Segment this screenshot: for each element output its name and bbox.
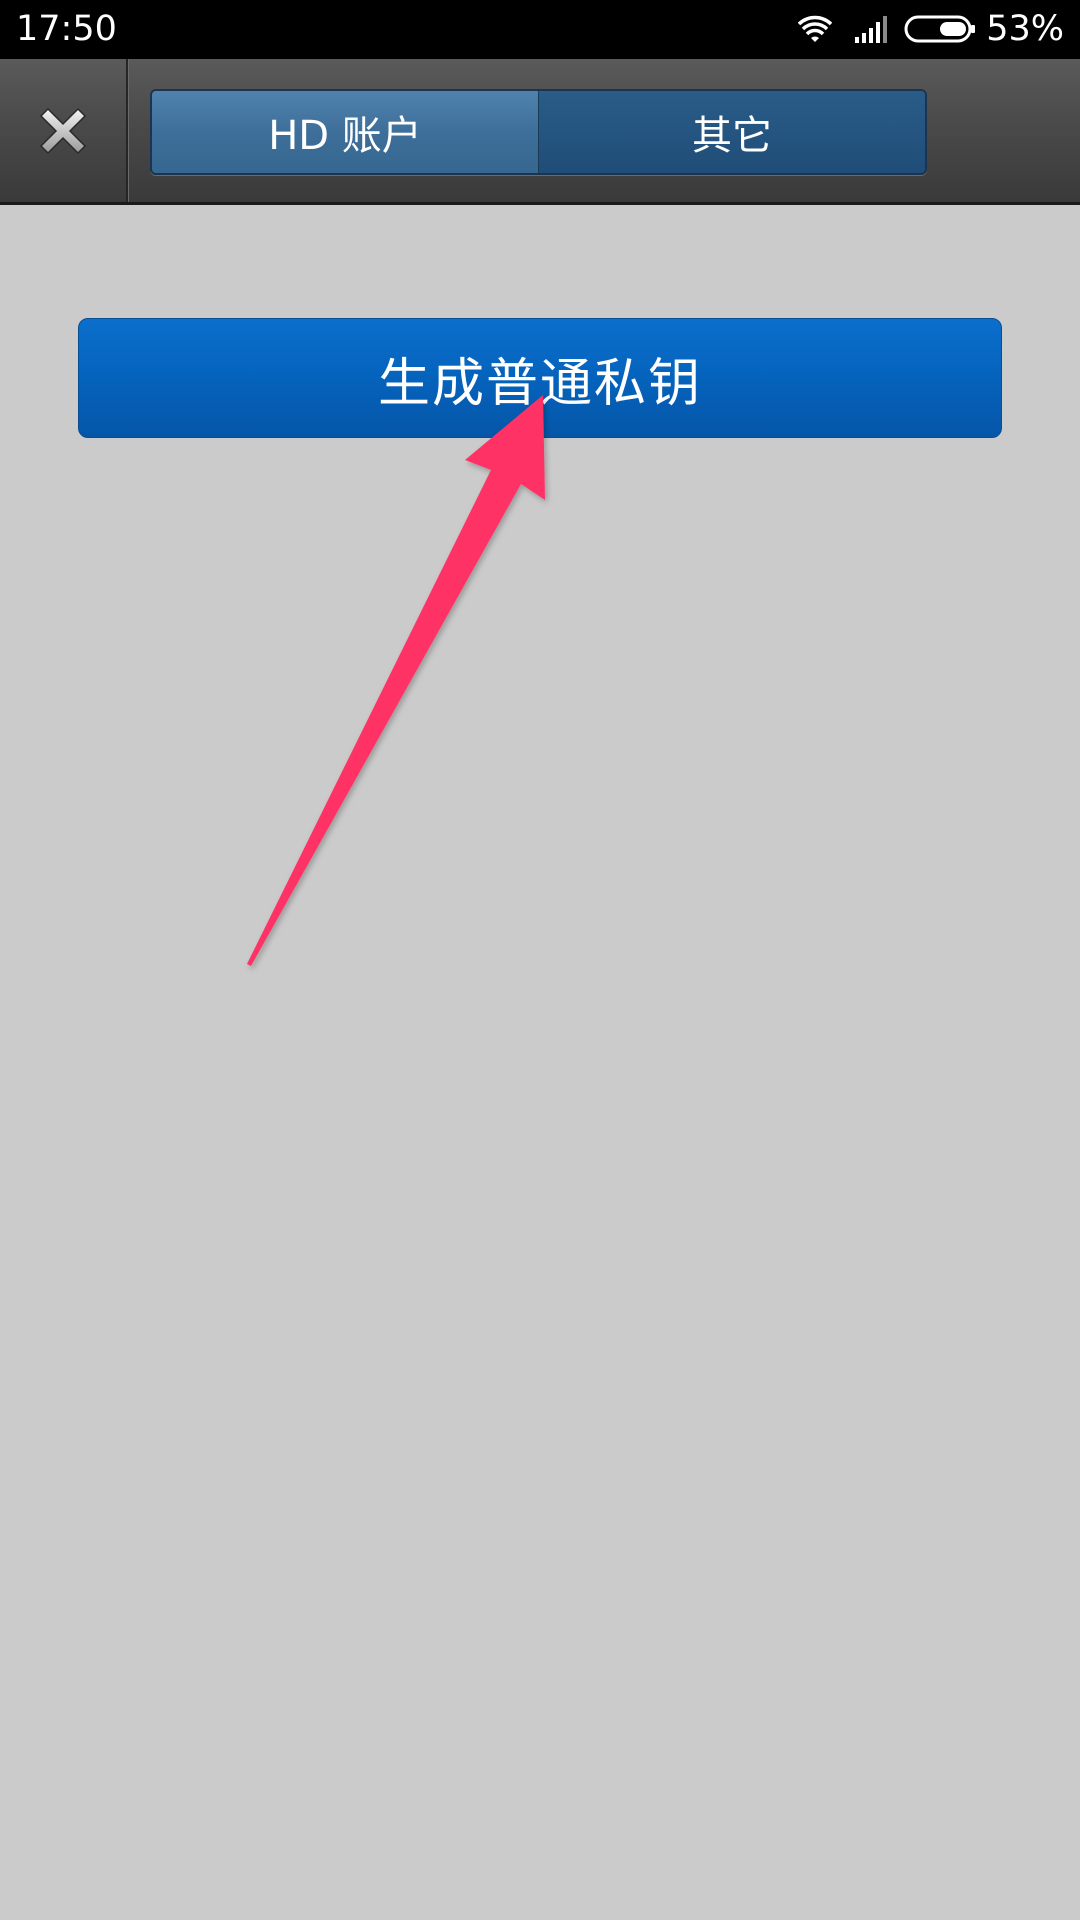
signal-icon — [855, 16, 888, 43]
top-toolbar: HD 账户 其它 — [0, 59, 1080, 205]
close-button[interactable] — [0, 59, 128, 202]
close-icon — [39, 107, 87, 154]
battery-percent: 53% — [986, 9, 1064, 49]
generate-private-key-button[interactable]: 生成普通私钥 — [78, 318, 1002, 438]
status-time: 17:50 — [16, 9, 117, 49]
status-bar: 17:50 53% — [0, 0, 1080, 59]
account-type-tabs: HD 账户 其它 — [150, 89, 927, 175]
battery-icon — [904, 15, 976, 43]
tab-other[interactable]: 其它 — [538, 91, 925, 173]
status-icons: 53% — [798, 8, 1064, 50]
app-screen: 17:50 53% HD 账户 其它 生成普通私钥 — [0, 0, 1080, 1920]
wifi-icon — [798, 15, 833, 42]
annotation-arrow — [247, 395, 545, 966]
tab-hd-account[interactable]: HD 账户 — [152, 91, 538, 173]
